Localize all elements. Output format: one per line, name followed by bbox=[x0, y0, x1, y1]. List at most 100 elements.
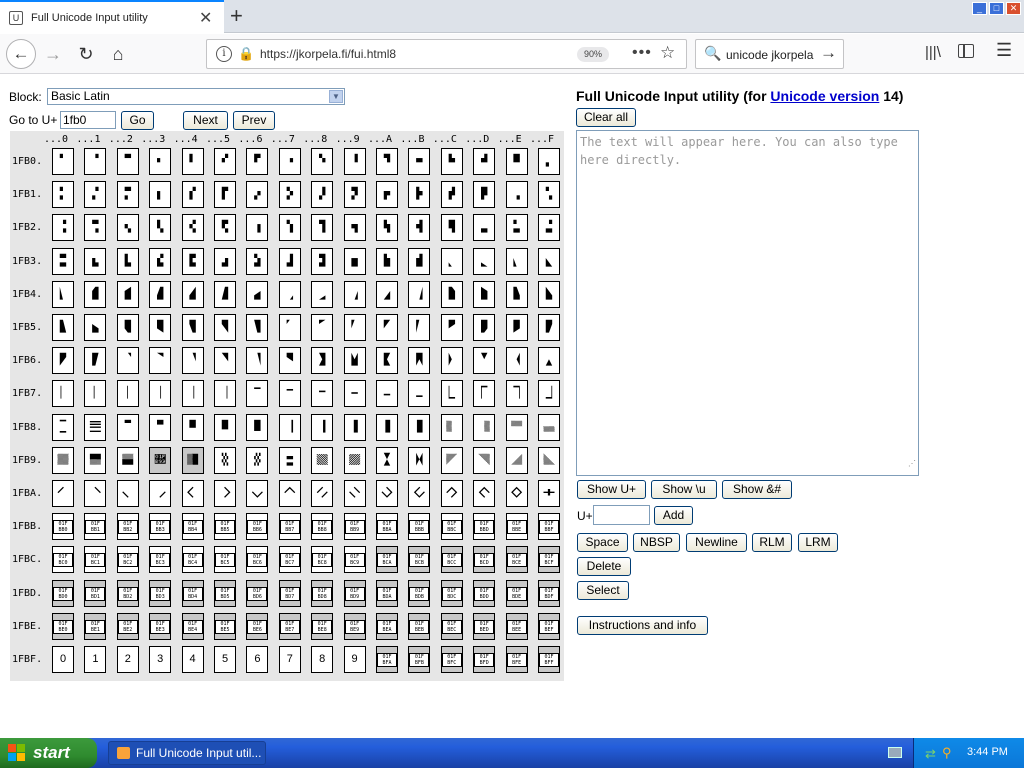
character-cell[interactable]: 01F BBA bbox=[376, 513, 398, 541]
character-cell[interactable]: 🭎 bbox=[505, 280, 528, 308]
clear-all-button[interactable]: Clear all bbox=[576, 108, 636, 127]
character-cell[interactable]: 🭊 bbox=[376, 280, 398, 308]
resize-grip-icon[interactable]: ⋰ bbox=[908, 455, 916, 473]
character-cell[interactable]: 🭃 bbox=[149, 280, 172, 308]
character-cell[interactable]: 🭯 bbox=[538, 347, 560, 375]
character-cell[interactable]: 01F BC5 bbox=[214, 546, 236, 574]
search-input[interactable]: unicode jkorpela bbox=[726, 48, 813, 62]
reload-button[interactable]: ↻ bbox=[72, 40, 100, 68]
character-cell[interactable]: 🬴 bbox=[181, 247, 204, 275]
character-cell[interactable]: 🭒 bbox=[116, 314, 139, 341]
character-cell[interactable]: 🭨 bbox=[311, 347, 334, 375]
character-cell[interactable]: 🭣 bbox=[149, 347, 172, 375]
character-cell[interactable]: 🭇 bbox=[278, 280, 301, 308]
character-cell[interactable]: 🮤 bbox=[181, 480, 204, 507]
block-select[interactable]: Basic Latin ▼ bbox=[47, 88, 345, 105]
home-button[interactable]: ⌂ bbox=[104, 40, 132, 68]
character-cell[interactable]: 01F BCD bbox=[473, 546, 496, 574]
character-cell[interactable]: 01F BD0 bbox=[52, 579, 74, 607]
character-cell[interactable]: 🬧 bbox=[278, 214, 301, 242]
character-cell[interactable]: 🬬 bbox=[440, 214, 463, 242]
lrm-button[interactable]: LRM bbox=[798, 533, 838, 552]
character-cell[interactable]: 🬷 bbox=[278, 247, 301, 275]
character-cell[interactable]: 🭠 bbox=[52, 347, 74, 375]
character-cell[interactable]: 🮧 bbox=[278, 480, 301, 507]
character-cell[interactable]: 🮪 bbox=[376, 480, 398, 507]
character-cell[interactable]: 🭅 bbox=[214, 280, 236, 308]
bookmark-star-icon[interactable]: ☆ bbox=[660, 43, 675, 63]
character-cell[interactable]: 🬰 bbox=[52, 247, 74, 275]
character-cell[interactable]: 01F BB0 bbox=[52, 513, 74, 541]
newline-button[interactable]: Newline bbox=[686, 533, 747, 552]
character-cell[interactable]: 🭵 bbox=[214, 380, 236, 408]
character-cell[interactable]: 🬚 bbox=[376, 181, 398, 209]
character-cell[interactable]: 01F BB1 bbox=[84, 513, 107, 541]
taskbar-window-button[interactable]: Full Unicode Input util... bbox=[108, 741, 266, 765]
character-cell[interactable]: 01F BE6 bbox=[246, 612, 269, 640]
add-button[interactable]: Add bbox=[654, 506, 693, 525]
character-cell[interactable]: 01F BD6 bbox=[246, 579, 269, 607]
instructions-button[interactable]: Instructions and info bbox=[577, 616, 708, 635]
character-cell[interactable]: 01F BD3 bbox=[149, 579, 172, 607]
character-cell[interactable]: 🭧 bbox=[278, 347, 301, 375]
character-cell[interactable]: 8 bbox=[311, 646, 334, 673]
character-cell[interactable]: 🬏 bbox=[538, 148, 560, 175]
show-entity-button[interactable]: Show &# bbox=[722, 480, 792, 499]
character-cell[interactable]: 🬒 bbox=[116, 181, 139, 209]
character-cell[interactable]: 🬱 bbox=[84, 247, 107, 275]
character-cell[interactable]: 🭁 bbox=[84, 280, 107, 308]
character-cell[interactable]: 🬨 bbox=[311, 214, 334, 242]
character-cell[interactable]: 🮦 bbox=[246, 480, 269, 507]
character-cell[interactable]: 🬻 bbox=[408, 247, 431, 275]
character-cell[interactable]: 🭍 bbox=[473, 280, 496, 308]
character-cell[interactable]: 🭓 bbox=[149, 314, 172, 341]
character-cell[interactable]: 01F BE9 bbox=[343, 612, 366, 640]
prev-button[interactable]: Prev bbox=[233, 111, 275, 130]
character-cell[interactable]: 01F BFA bbox=[376, 646, 398, 673]
character-cell[interactable]: 01F BB7 bbox=[278, 513, 301, 541]
character-cell[interactable]: 🬸 bbox=[311, 247, 334, 275]
character-cell[interactable]: 01F BD5 bbox=[214, 579, 236, 607]
minimize-icon[interactable]: _ bbox=[972, 2, 987, 15]
character-cell[interactable]: 01F BFC bbox=[440, 646, 463, 673]
character-cell[interactable]: 🭮 bbox=[505, 347, 528, 375]
next-button[interactable]: Next bbox=[183, 111, 228, 130]
character-cell[interactable]: 🭉 bbox=[343, 280, 366, 308]
character-cell[interactable]: 6 bbox=[246, 646, 269, 673]
character-cell[interactable]: 🬆 bbox=[246, 148, 269, 175]
character-cell[interactable]: 🬾 bbox=[505, 247, 528, 275]
character-cell[interactable]: 01F BDF bbox=[538, 579, 560, 607]
character-cell[interactable]: 🮅 bbox=[214, 413, 236, 441]
character-cell[interactable]: 🭝 bbox=[473, 314, 496, 341]
character-cell[interactable]: 🬽 bbox=[473, 247, 496, 275]
library-icon[interactable]: |||\ bbox=[925, 44, 941, 61]
character-cell[interactable]: 🬄 bbox=[181, 148, 204, 175]
character-cell[interactable]: 🭤 bbox=[181, 347, 204, 375]
character-cell[interactable]: 01F BB8 bbox=[311, 513, 334, 541]
character-cell[interactable]: 🮇 bbox=[278, 413, 301, 441]
character-cell[interactable]: 🬮 bbox=[505, 214, 528, 242]
character-cell[interactable]: 🭳 bbox=[149, 380, 172, 408]
character-cell[interactable]: 🮖 bbox=[246, 446, 269, 474]
window-close-icon[interactable]: ✕ bbox=[1006, 2, 1021, 15]
character-cell[interactable]: 🬋 bbox=[408, 148, 431, 175]
character-cell[interactable]: 01F BC6 bbox=[246, 546, 269, 574]
search-tray-icon[interactable]: ⚲ bbox=[942, 745, 952, 761]
page-actions-icon[interactable]: ••• bbox=[632, 44, 652, 62]
character-cell[interactable]: 01F BE1 bbox=[84, 612, 107, 640]
character-cell[interactable]: 0 bbox=[52, 646, 74, 673]
rlm-button[interactable]: RLM bbox=[752, 533, 792, 552]
character-cell[interactable]: 🬯 bbox=[538, 214, 560, 242]
character-cell[interactable]: 01F BC4 bbox=[181, 546, 204, 574]
character-cell[interactable]: 🮂 bbox=[116, 413, 139, 441]
character-cell[interactable]: 🭦 bbox=[246, 347, 269, 375]
character-cell[interactable]: 01F BDD bbox=[473, 579, 496, 607]
character-cell[interactable]: 01F BE0 bbox=[52, 612, 74, 640]
character-cell[interactable]: 🬤 bbox=[181, 214, 204, 242]
character-cell[interactable]: 🮜 bbox=[440, 446, 463, 474]
character-cell[interactable]: 🮁 bbox=[84, 413, 107, 441]
character-cell[interactable]: 🭟 bbox=[538, 314, 560, 341]
character-cell[interactable]: 🭺 bbox=[376, 380, 398, 408]
character-cell[interactable]: 🭼 bbox=[440, 380, 463, 408]
character-cell[interactable]: 🬛 bbox=[408, 181, 431, 209]
